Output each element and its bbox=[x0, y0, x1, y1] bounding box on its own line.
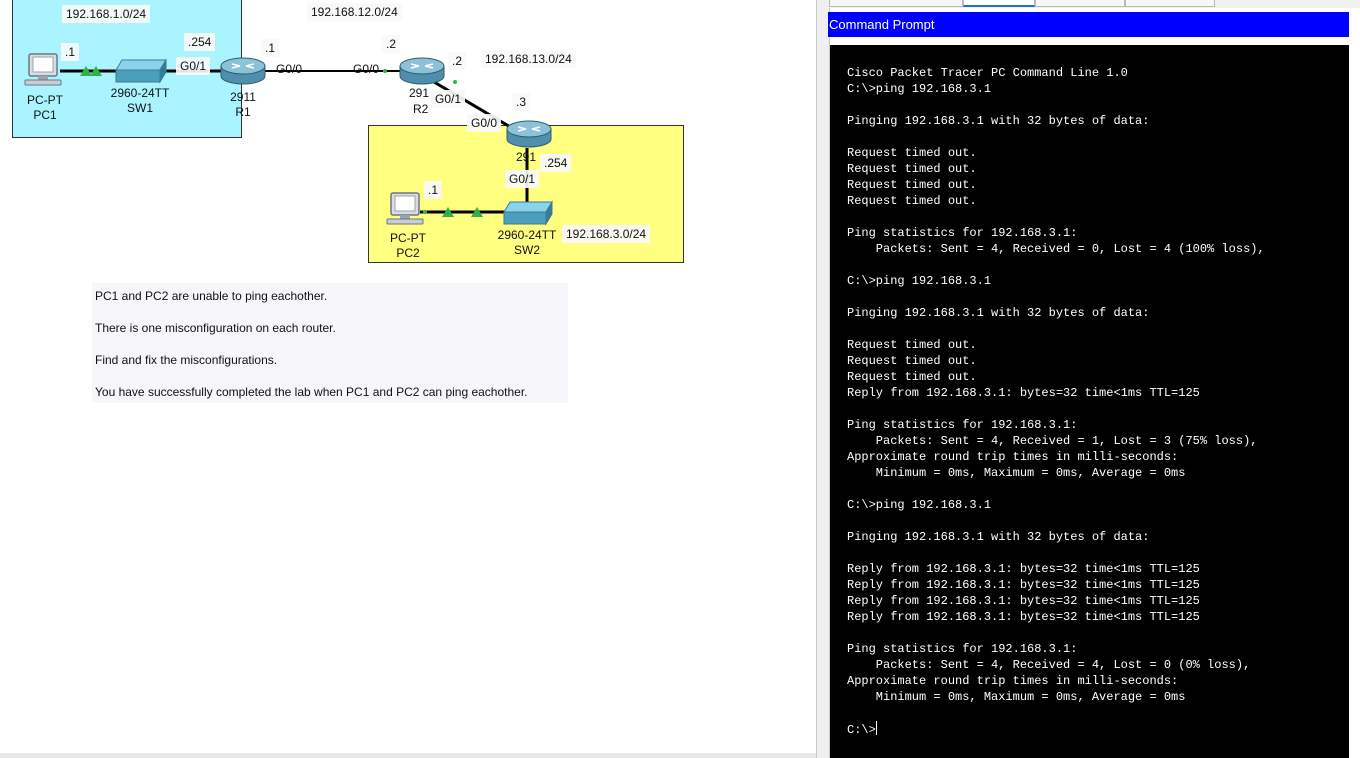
instruction-line: Find and fix the misconfigurations. bbox=[95, 353, 278, 367]
r1-wan-interface: G0/0 bbox=[276, 62, 303, 76]
tab-programming[interactable] bbox=[1035, 0, 1125, 7]
r2-wan-in-interface: G0/0 bbox=[353, 62, 380, 76]
topology-workspace[interactable]: 192.168.1.0/24 192.168.12.0/24 192.168.1… bbox=[0, 0, 816, 758]
pc2-ip-suffix: .1 bbox=[424, 181, 443, 199]
tab-attributes[interactable] bbox=[1125, 0, 1215, 7]
network-label-wan13: 192.168.13.0/24 bbox=[481, 50, 576, 68]
router-r2-icon[interactable] bbox=[399, 57, 445, 85]
console-output: Cisco Packet Tracer PC Command Line 1.0 … bbox=[847, 66, 1265, 704]
network-label-wan12: 192.168.12.0/24 bbox=[307, 3, 402, 21]
r1-lan-interface: G0/1 bbox=[176, 57, 211, 75]
command-prompt-titlebar[interactable]: Command Prompt bbox=[828, 12, 1349, 37]
pc2-icon[interactable] bbox=[386, 192, 424, 225]
link-up-indicator bbox=[383, 69, 387, 73]
switch-sw1-icon[interactable] bbox=[115, 58, 167, 84]
r1-lan-suffix: .254 bbox=[184, 33, 216, 51]
switch-sw2-icon[interactable] bbox=[503, 200, 553, 226]
pc1-name-label: PC1 bbox=[33, 108, 57, 122]
r1-wan-suffix: .1 bbox=[261, 39, 280, 57]
network-label-lan1: 192.168.1.0/24 bbox=[62, 5, 151, 23]
r1-name-label: R1 bbox=[235, 105, 251, 119]
tab-desktop[interactable] bbox=[963, 0, 1035, 7]
pc2-type-label: PC-PT bbox=[390, 231, 426, 245]
tab-strip bbox=[817, 0, 1360, 8]
link-up-indicator bbox=[423, 210, 427, 214]
sw2-name-label: SW2 bbox=[513, 243, 540, 257]
instruction-line: PC1 and PC2 are unable to ping eachother… bbox=[95, 289, 328, 303]
instruction-line: You have successfully completed the lab … bbox=[95, 385, 528, 399]
network-label-lan3: 192.168.3.0/24 bbox=[562, 225, 651, 243]
r3-wan-suffix: .3 bbox=[512, 93, 531, 111]
r3-wan-interface: G0/0 bbox=[467, 114, 502, 132]
instructions-note[interactable]: PC1 and PC2 are unable to ping eachother… bbox=[92, 283, 568, 403]
pc2-name-label: PC2 bbox=[396, 246, 420, 260]
instruction-line: There is one misconfiguration on each ro… bbox=[95, 321, 336, 335]
r3-model-label: 291 bbox=[516, 150, 537, 164]
router-r3-icon[interactable] bbox=[506, 120, 552, 148]
pc1-type-label: PC-PT bbox=[27, 93, 63, 107]
text-cursor bbox=[875, 721, 877, 735]
console-prompt: C:\> bbox=[847, 723, 876, 737]
r3-lan-interface: G0/1 bbox=[505, 170, 540, 188]
link-up-indicator bbox=[453, 80, 457, 84]
workspace-scrollbar[interactable] bbox=[0, 753, 816, 758]
r3-lan-suffix: .254 bbox=[540, 154, 572, 172]
command-prompt-console[interactable]: Cisco Packet Tracer PC Command Line 1.0 … bbox=[830, 45, 1349, 758]
sw1-name-label: SW1 bbox=[126, 101, 153, 115]
tab-physical[interactable] bbox=[829, 0, 963, 7]
sw1-model-label: 2960-24TT bbox=[110, 86, 170, 100]
pc1-ip-suffix: .1 bbox=[61, 43, 80, 61]
r2-name-label: R2 bbox=[413, 102, 429, 116]
r2-wan-in-suffix: .2 bbox=[382, 35, 401, 53]
r2-model-label: 291 bbox=[409, 86, 430, 100]
pc1-command-prompt-window: Command Prompt Cisco Packet Tracer PC Co… bbox=[816, 0, 1360, 758]
router-r1-icon[interactable] bbox=[220, 57, 266, 85]
sw2-model-label: 2960-24TT bbox=[497, 228, 557, 242]
r1-model-label: 2911 bbox=[230, 90, 256, 104]
r2-wan-out-suffix: .2 bbox=[448, 52, 467, 70]
pc1-icon[interactable] bbox=[24, 53, 62, 86]
r2-wan-out-interface: G0/1 bbox=[431, 90, 466, 108]
